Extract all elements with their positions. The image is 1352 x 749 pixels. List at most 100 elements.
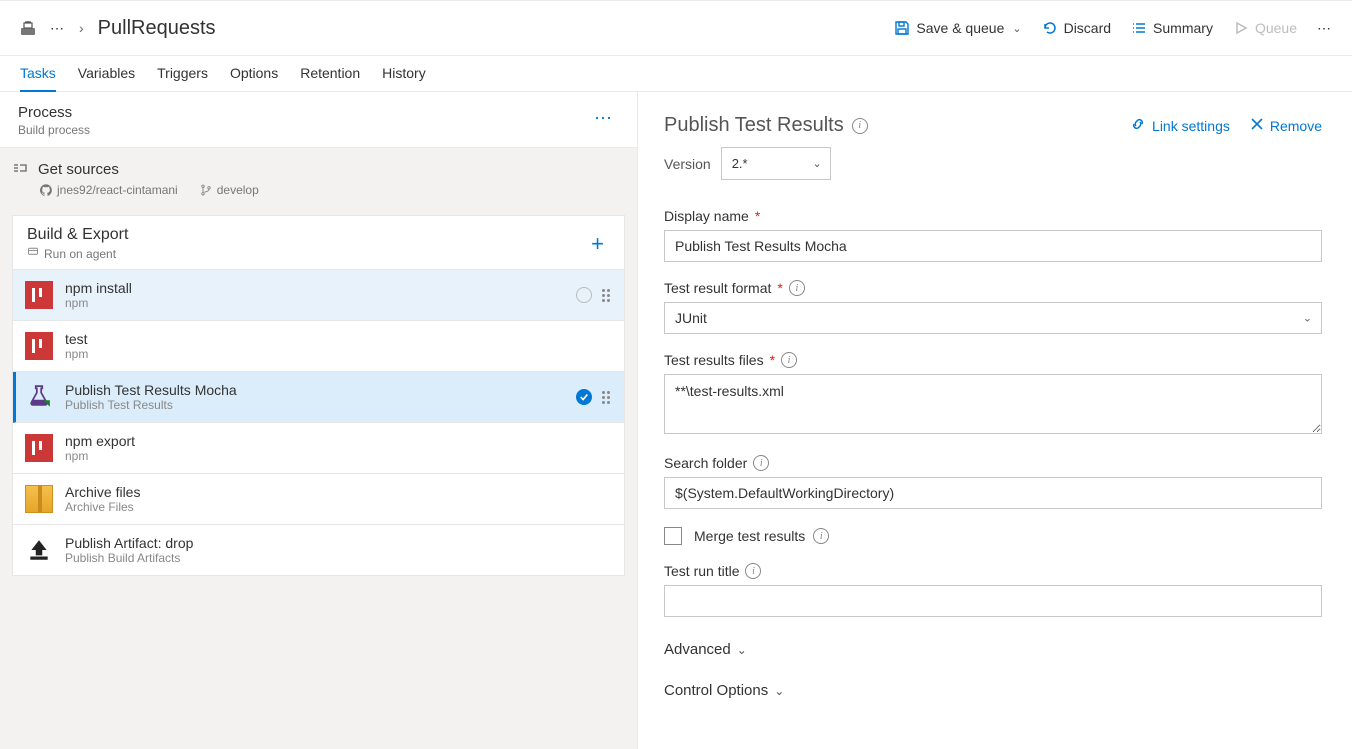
task-row-archive[interactable]: Archive files Archive Files	[13, 474, 624, 525]
sources-icon	[12, 160, 28, 179]
link-settings-button[interactable]: Link settings	[1130, 116, 1230, 135]
chevron-down-icon: ⌄	[737, 643, 747, 657]
version-label: Version	[664, 156, 711, 172]
task-row-npm-export[interactable]: npm export npm	[13, 423, 624, 474]
advanced-label: Advanced	[664, 641, 731, 658]
status-check-icon[interactable]	[576, 389, 592, 405]
save-queue-label: Save & queue	[916, 20, 1004, 36]
process-title: Process	[18, 104, 90, 121]
merge-checkbox[interactable]	[664, 527, 682, 545]
run-title-label: Test run title	[664, 563, 739, 579]
top-actions: Save & queue ⌄ Discard Summary	[894, 20, 1332, 37]
task-sub: Publish Build Artifacts	[65, 551, 612, 565]
format-label: Test result format	[664, 280, 771, 296]
task-row-npm-install[interactable]: npm install npm	[13, 270, 624, 321]
branch-icon	[200, 184, 212, 196]
process-header[interactable]: Process Build process ⋯	[0, 92, 637, 148]
undo-icon	[1042, 20, 1058, 36]
github-icon	[40, 184, 52, 196]
queue-label: Queue	[1255, 20, 1297, 36]
task-row-publish-test-results[interactable]: Publish Test Results Mocha Publish Test …	[13, 372, 624, 423]
search-input[interactable]	[664, 477, 1322, 509]
left-pane: Process Build process ⋯ Get sources	[0, 92, 638, 749]
chevron-down-icon: ⌄	[774, 684, 784, 698]
phase-card: Build & Export Run on agent +	[12, 215, 625, 576]
required-icon: *	[755, 208, 760, 224]
repo-name: jnes92/react-cintamani	[57, 183, 178, 197]
top-bar: ⋯ › PullRequests Save & queue ⌄ Discard	[0, 0, 1352, 56]
phase-title: Build & Export	[27, 226, 128, 244]
info-icon[interactable]: i	[789, 280, 805, 296]
archive-icon	[25, 485, 53, 513]
task-title: Archive files	[65, 484, 612, 500]
drag-handle-icon[interactable]	[602, 391, 612, 404]
task-title: Publish Artifact: drop	[65, 535, 612, 551]
discard-button[interactable]: Discard	[1042, 20, 1111, 36]
info-icon[interactable]: i	[852, 118, 868, 134]
drag-handle-icon[interactable]	[602, 289, 612, 302]
project-icon[interactable]	[20, 20, 36, 36]
tab-triggers[interactable]: Triggers	[157, 59, 208, 91]
task-title: Publish Test Results Mocha	[65, 382, 564, 398]
phase-subtitle: Run on agent	[44, 247, 116, 261]
info-icon[interactable]: i	[753, 455, 769, 471]
tab-tasks[interactable]: Tasks	[20, 59, 56, 91]
save-queue-button[interactable]: Save & queue ⌄	[894, 20, 1021, 36]
version-select[interactable]: 2.* ⌄	[721, 147, 831, 180]
task-sub: npm	[65, 296, 564, 310]
format-select[interactable]	[664, 302, 1322, 334]
flask-icon	[25, 383, 53, 411]
advanced-section[interactable]: Advanced ⌄	[664, 641, 1322, 658]
run-title-input[interactable]	[664, 585, 1322, 617]
tab-retention[interactable]: Retention	[300, 59, 360, 91]
top-more-icon[interactable]: ⋯	[1317, 20, 1332, 37]
task-sub: Publish Test Results	[65, 398, 564, 412]
task-title: test	[65, 331, 612, 347]
control-options-section[interactable]: Control Options ⌄	[664, 682, 1322, 699]
main-area: Process Build process ⋯ Get sources	[0, 92, 1352, 749]
agent-icon	[27, 246, 39, 261]
status-circle-icon[interactable]	[576, 287, 592, 303]
get-sources-row[interactable]: Get sources jnes92/react-cintamani	[0, 148, 637, 203]
pipeline-title[interactable]: PullRequests	[98, 17, 216, 40]
close-icon	[1250, 117, 1264, 134]
info-icon[interactable]: i	[813, 528, 829, 544]
process-more-icon[interactable]: ⋯	[588, 104, 619, 133]
task-sub: npm	[65, 347, 612, 361]
task-row-publish-artifact[interactable]: Publish Artifact: drop Publish Build Art…	[13, 525, 624, 575]
queue-button: Queue	[1233, 20, 1297, 36]
remove-label: Remove	[1270, 118, 1322, 134]
task-title: npm install	[65, 280, 564, 296]
task-row-test[interactable]: test npm	[13, 321, 624, 372]
list-icon	[1131, 20, 1147, 36]
tab-variables[interactable]: Variables	[78, 59, 135, 91]
branch-info: develop	[200, 183, 259, 197]
add-task-button[interactable]: +	[585, 231, 610, 257]
version-value: 2.*	[732, 156, 748, 171]
chevron-down-icon: ⌄	[812, 157, 821, 170]
phase-header[interactable]: Build & Export Run on agent +	[13, 216, 624, 270]
breadcrumb-more-icon[interactable]: ⋯	[50, 20, 65, 37]
summary-label: Summary	[1153, 20, 1213, 36]
files-input[interactable]: **\test-results.xml	[664, 374, 1322, 434]
upload-icon	[25, 536, 53, 564]
tab-history[interactable]: History	[382, 59, 426, 91]
tab-options[interactable]: Options	[230, 59, 278, 91]
control-options-label: Control Options	[664, 682, 768, 699]
npm-icon	[25, 434, 53, 462]
info-icon[interactable]: i	[745, 563, 761, 579]
required-icon: *	[777, 280, 782, 296]
tab-bar: Tasks Variables Triggers Options Retenti…	[0, 56, 1352, 92]
files-label: Test results files	[664, 352, 764, 368]
display-name-input[interactable]	[664, 230, 1322, 262]
required-icon: *	[770, 352, 775, 368]
info-icon[interactable]: i	[781, 352, 797, 368]
summary-button[interactable]: Summary	[1131, 20, 1213, 36]
save-icon	[894, 20, 910, 36]
remove-button[interactable]: Remove	[1250, 116, 1322, 135]
details-heading: Publish Test Results	[664, 114, 844, 137]
breadcrumbs: ⋯ › PullRequests	[20, 17, 216, 40]
process-subtitle: Build process	[18, 123, 90, 137]
display-name-label: Display name	[664, 208, 749, 224]
link-settings-label: Link settings	[1152, 118, 1230, 134]
